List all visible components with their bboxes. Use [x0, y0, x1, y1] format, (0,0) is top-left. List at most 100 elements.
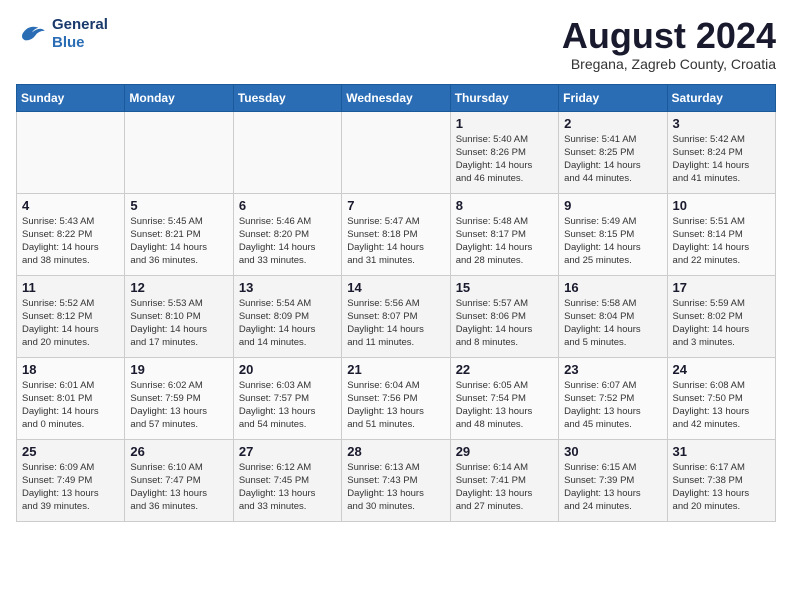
day-number: 11 — [22, 280, 119, 295]
day-info: Sunrise: 6:03 AM Sunset: 7:57 PM Dayligh… — [239, 379, 336, 432]
day-info: Sunrise: 6:17 AM Sunset: 7:38 PM Dayligh… — [673, 461, 770, 514]
day-number: 22 — [456, 362, 553, 377]
calendar-cell: 11 Sunrise: 5:52 AM Sunset: 8:12 PM Dayli… — [17, 275, 125, 357]
day-number: 2 — [564, 116, 661, 131]
day-info: Sunrise: 6:04 AM Sunset: 7:56 PM Dayligh… — [347, 379, 444, 432]
logo: General Blue — [16, 16, 108, 52]
day-number: 29 — [456, 444, 553, 459]
calendar-table: SundayMondayTuesdayWednesdayThursdayFrid… — [16, 84, 776, 522]
calendar-cell: 8Sunrise: 5:48 AM Sunset: 8:17 PM Daylig… — [450, 193, 558, 275]
calendar-cell: 2 Sunrise: 5:41 AM Sunset: 8:25 PM Daylig… — [559, 111, 667, 193]
day-info: Sunrise: 5:53 AM Sunset: 8:10 PM Dayligh… — [130, 297, 227, 350]
title-block: August 2024 Bregana, Zagreb County, Croa… — [562, 16, 776, 72]
day-info: Sunrise: 5:52 AM Sunset: 8:12 PM Dayligh… — [22, 297, 119, 350]
col-header-wednesday: Wednesday — [342, 84, 450, 111]
day-number: 15 — [456, 280, 553, 295]
day-number: 10 — [673, 198, 770, 213]
calendar-row: 1Sunrise: 5:40 AM Sunset: 8:26 PM Daylig… — [17, 111, 776, 193]
calendar-cell: 1Sunrise: 5:40 AM Sunset: 8:26 PM Daylig… — [450, 111, 558, 193]
day-info: Sunrise: 6:02 AM Sunset: 7:59 PM Dayligh… — [130, 379, 227, 432]
calendar-cell: 25 Sunrise: 6:09 AM Sunset: 7:49 PM Dayli… — [17, 439, 125, 521]
calendar-cell: 9 Sunrise: 5:49 AM Sunset: 8:15 PM Daylig… — [559, 193, 667, 275]
day-info: Sunrise: 5:56 AM Sunset: 8:07 PM Dayligh… — [347, 297, 444, 350]
calendar-cell: 22Sunrise: 6:05 AM Sunset: 7:54 PM Dayli… — [450, 357, 558, 439]
col-header-saturday: Saturday — [667, 84, 775, 111]
calendar-cell: 15Sunrise: 5:57 AM Sunset: 8:06 PM Dayli… — [450, 275, 558, 357]
day-info: Sunrise: 6:09 AM Sunset: 7:49 PM Dayligh… — [22, 461, 119, 514]
calendar-cell — [342, 111, 450, 193]
day-info: Sunrise: 6:08 AM Sunset: 7:50 PM Dayligh… — [673, 379, 770, 432]
day-info: Sunrise: 5:42 AM Sunset: 8:24 PM Dayligh… — [673, 133, 770, 186]
col-header-sunday: Sunday — [17, 84, 125, 111]
day-info: Sunrise: 5:49 AM Sunset: 8:15 PM Dayligh… — [564, 215, 661, 268]
day-number: 19 — [130, 362, 227, 377]
logo-text: General Blue — [52, 16, 108, 52]
calendar-cell: 3 Sunrise: 5:42 AM Sunset: 8:24 PM Daylig… — [667, 111, 775, 193]
calendar-cell: 7 Sunrise: 5:47 AM Sunset: 8:18 PM Daylig… — [342, 193, 450, 275]
day-info: Sunrise: 5:41 AM Sunset: 8:25 PM Dayligh… — [564, 133, 661, 186]
day-number: 3 — [673, 116, 770, 131]
day-number: 16 — [564, 280, 661, 295]
day-info: Sunrise: 5:59 AM Sunset: 8:02 PM Dayligh… — [673, 297, 770, 350]
day-info: Sunrise: 6:01 AM Sunset: 8:01 PM Dayligh… — [22, 379, 119, 432]
day-info: Sunrise: 5:54 AM Sunset: 8:09 PM Dayligh… — [239, 297, 336, 350]
month-title: August 2024 — [562, 16, 776, 56]
calendar-cell: 26 Sunrise: 6:10 AM Sunset: 7:47 PM Dayli… — [125, 439, 233, 521]
col-header-thursday: Thursday — [450, 84, 558, 111]
calendar-cell: 5 Sunrise: 5:45 AM Sunset: 8:21 PM Daylig… — [125, 193, 233, 275]
day-info: Sunrise: 5:51 AM Sunset: 8:14 PM Dayligh… — [673, 215, 770, 268]
logo-icon — [16, 18, 48, 50]
day-number: 21 — [347, 362, 444, 377]
day-info: Sunrise: 6:12 AM Sunset: 7:45 PM Dayligh… — [239, 461, 336, 514]
day-number: 4 — [22, 198, 119, 213]
day-info: Sunrise: 6:10 AM Sunset: 7:47 PM Dayligh… — [130, 461, 227, 514]
calendar-cell: 4 Sunrise: 5:43 AM Sunset: 8:22 PM Daylig… — [17, 193, 125, 275]
calendar-cell: 28 Sunrise: 6:13 AM Sunset: 7:43 PM Dayli… — [342, 439, 450, 521]
col-header-friday: Friday — [559, 84, 667, 111]
day-info: Sunrise: 5:46 AM Sunset: 8:20 PM Dayligh… — [239, 215, 336, 268]
day-info: Sunrise: 6:15 AM Sunset: 7:39 PM Dayligh… — [564, 461, 661, 514]
calendar-cell: 10 Sunrise: 5:51 AM Sunset: 8:14 PM Dayli… — [667, 193, 775, 275]
day-number: 13 — [239, 280, 336, 295]
day-number: 8 — [456, 198, 553, 213]
day-number: 31 — [673, 444, 770, 459]
day-number: 23 — [564, 362, 661, 377]
day-number: 24 — [673, 362, 770, 377]
col-header-tuesday: Tuesday — [233, 84, 341, 111]
calendar-cell: 21 Sunrise: 6:04 AM Sunset: 7:56 PM Dayli… — [342, 357, 450, 439]
calendar-cell: 27 Sunrise: 6:12 AM Sunset: 7:45 PM Dayli… — [233, 439, 341, 521]
calendar-cell: 20 Sunrise: 6:03 AM Sunset: 7:57 PM Dayli… — [233, 357, 341, 439]
calendar-cell — [233, 111, 341, 193]
day-number: 20 — [239, 362, 336, 377]
day-number: 18 — [22, 362, 119, 377]
calendar-cell: 23Sunrise: 6:07 AM Sunset: 7:52 PM Dayli… — [559, 357, 667, 439]
calendar-cell: 31 Sunrise: 6:17 AM Sunset: 7:38 PM Dayli… — [667, 439, 775, 521]
day-number: 27 — [239, 444, 336, 459]
day-number: 7 — [347, 198, 444, 213]
calendar-cell: 18 Sunrise: 6:01 AM Sunset: 8:01 PM Dayli… — [17, 357, 125, 439]
day-number: 25 — [22, 444, 119, 459]
calendar-cell — [125, 111, 233, 193]
day-info: Sunrise: 5:45 AM Sunset: 8:21 PM Dayligh… — [130, 215, 227, 268]
calendar-cell: 6Sunrise: 5:46 AM Sunset: 8:20 PM Daylig… — [233, 193, 341, 275]
calendar-cell — [17, 111, 125, 193]
day-number: 1 — [456, 116, 553, 131]
page-header: General Blue August 2024 Bregana, Zagreb… — [16, 16, 776, 72]
day-number: 9 — [564, 198, 661, 213]
day-number: 28 — [347, 444, 444, 459]
day-number: 5 — [130, 198, 227, 213]
day-number: 26 — [130, 444, 227, 459]
calendar-cell: 13 Sunrise: 5:54 AM Sunset: 8:09 PM Dayli… — [233, 275, 341, 357]
day-info: Sunrise: 6:13 AM Sunset: 7:43 PM Dayligh… — [347, 461, 444, 514]
day-number: 30 — [564, 444, 661, 459]
calendar-cell: 12Sunrise: 5:53 AM Sunset: 8:10 PM Dayli… — [125, 275, 233, 357]
day-number: 14 — [347, 280, 444, 295]
calendar-row: 18 Sunrise: 6:01 AM Sunset: 8:01 PM Dayli… — [17, 357, 776, 439]
col-header-monday: Monday — [125, 84, 233, 111]
day-info: Sunrise: 6:14 AM Sunset: 7:41 PM Dayligh… — [456, 461, 553, 514]
day-info: Sunrise: 5:47 AM Sunset: 8:18 PM Dayligh… — [347, 215, 444, 268]
calendar-row: 4 Sunrise: 5:43 AM Sunset: 8:22 PM Daylig… — [17, 193, 776, 275]
day-info: Sunrise: 5:58 AM Sunset: 8:04 PM Dayligh… — [564, 297, 661, 350]
calendar-cell: 19 Sunrise: 6:02 AM Sunset: 7:59 PM Dayli… — [125, 357, 233, 439]
day-info: Sunrise: 5:43 AM Sunset: 8:22 PM Dayligh… — [22, 215, 119, 268]
